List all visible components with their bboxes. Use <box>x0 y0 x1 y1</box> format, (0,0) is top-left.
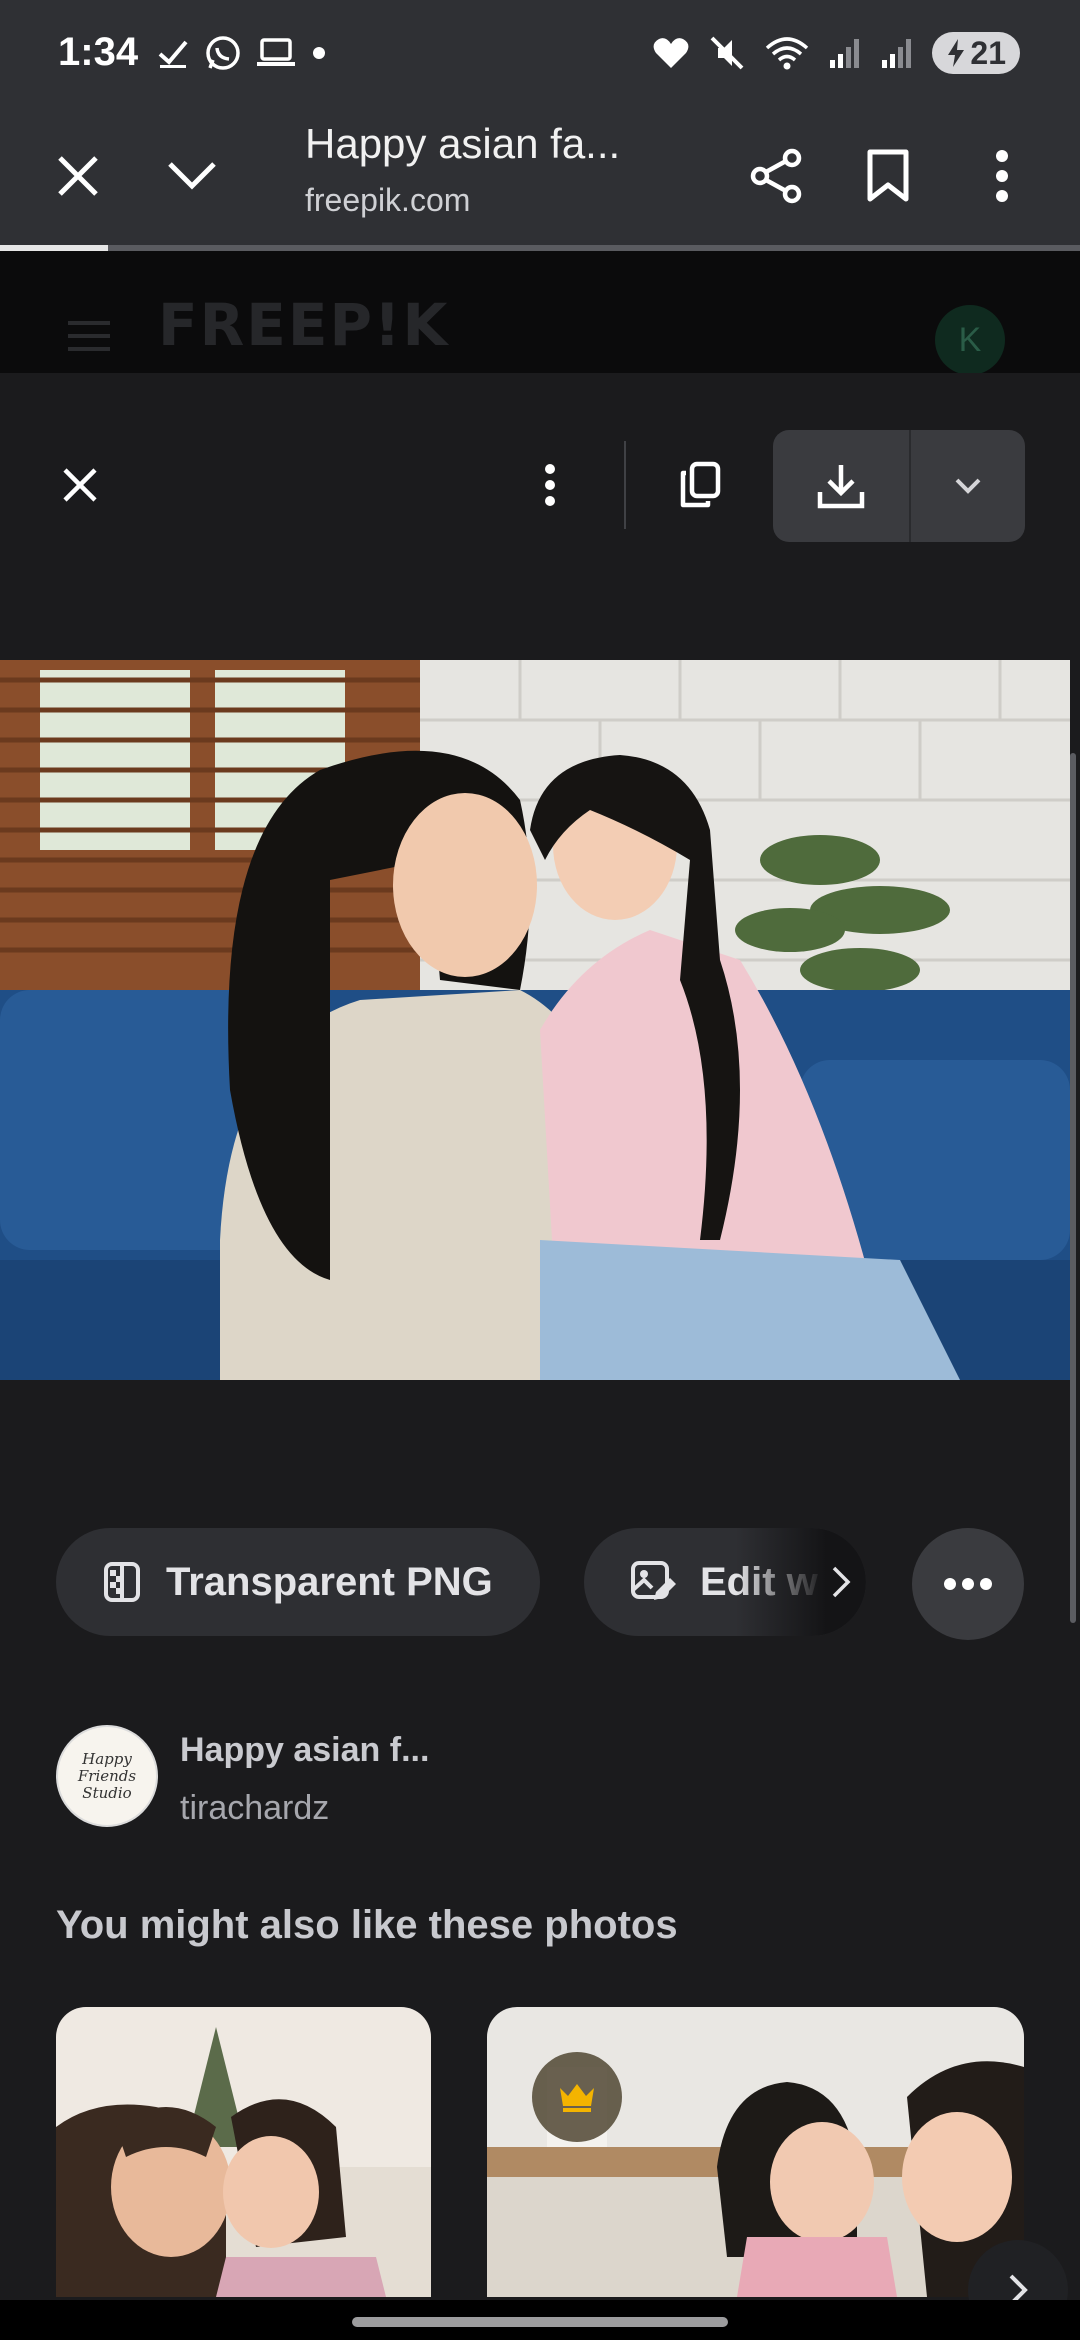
modal-scrollbar[interactable] <box>1070 753 1076 1623</box>
more-vert-icon <box>996 150 1008 202</box>
heart-icon <box>654 38 689 68</box>
download-button-group <box>773 430 1025 542</box>
battery-indicator: 21 <box>932 32 1020 74</box>
bookmark-icon <box>867 149 909 202</box>
related-photo-thumbnail[interactable] <box>56 2007 431 2297</box>
mute-icon <box>710 36 744 70</box>
main-photo[interactable] <box>0 660 1070 1380</box>
close-tab-button[interactable] <box>38 136 118 216</box>
bookmark-button[interactable] <box>848 136 928 216</box>
edit-with-button[interactable]: Edit w <box>584 1528 866 1636</box>
image-options-button[interactable] <box>510 445 590 525</box>
chevron-down-icon <box>168 162 216 190</box>
thumbnail-illustration <box>487 2007 1024 2297</box>
copy-icon <box>680 461 721 508</box>
hamburger-icon[interactable] <box>68 321 110 351</box>
status-icons-right: 21 <box>652 32 1020 74</box>
author-name[interactable]: tirachardz <box>180 1789 329 1828</box>
download-button[interactable] <box>773 430 911 542</box>
chevron-down-icon <box>955 478 981 494</box>
whatsapp-icon <box>206 36 240 70</box>
custom-tab-toolbar: Happy asian fa... freepik.com <box>0 110 1080 250</box>
share-icon <box>750 148 802 204</box>
freepik-logo[interactable]: FREEP!K <box>158 291 449 359</box>
gesture-handle[interactable] <box>352 2317 728 2327</box>
author-avatar-logo: Happy Friends Studio <box>77 1749 137 1802</box>
status-bar: 1:34 21 <box>0 0 1080 110</box>
scroll-chips-right-button[interactable] <box>816 1528 866 1636</box>
related-photos-heading: You might also like these photos <box>56 1903 678 1947</box>
site-header: FREEP!K <box>0 251 1080 373</box>
photo-illustration <box>0 660 1070 1380</box>
chevron-right-icon <box>832 1566 851 1598</box>
status-icons-left <box>156 34 328 72</box>
minimize-tab-button[interactable] <box>152 136 232 216</box>
edit-image-icon <box>631 1561 676 1600</box>
more-vert-icon <box>545 464 555 506</box>
author-avatar[interactable]: Happy Friends Studio <box>56 1725 158 1827</box>
transparent-png-button[interactable]: Transparent PNG <box>56 1528 540 1636</box>
related-photo-thumbnail[interactable] <box>487 2007 1024 2297</box>
check-icon <box>158 40 188 68</box>
download-options-button[interactable] <box>911 430 1025 542</box>
close-icon <box>63 468 97 502</box>
tab-url[interactable]: freepik.com <box>305 182 470 219</box>
share-button[interactable] <box>736 136 816 216</box>
copy-button[interactable] <box>660 445 740 525</box>
dot-icon <box>313 47 325 59</box>
navigation-bar <box>0 2300 1080 2340</box>
download-icon <box>817 465 865 509</box>
more-horiz-icon <box>944 1578 992 1590</box>
signal-icon <box>830 39 860 68</box>
wifi-icon <box>766 37 809 70</box>
battery-level: 21 <box>970 34 1006 71</box>
user-avatar[interactable]: K <box>935 305 1005 375</box>
image-detail-modal: Transparent PNG Edit w Happy Friends Stu… <box>0 373 1080 2340</box>
close-icon <box>58 156 98 196</box>
toolbar-divider <box>624 441 626 529</box>
signal-icon <box>882 39 912 68</box>
transparent-png-label: Transparent PNG <box>166 1559 493 1604</box>
overflow-menu-button[interactable] <box>962 136 1042 216</box>
tab-title: Happy asian fa... <box>305 120 621 167</box>
transparent-png-icon <box>104 1562 140 1602</box>
premium-badge <box>532 2052 622 2142</box>
thumbnail-illustration <box>56 2007 431 2297</box>
status-time: 1:34 <box>58 30 139 74</box>
close-modal-button[interactable] <box>40 445 120 525</box>
laptop-icon <box>257 38 295 66</box>
crown-icon <box>560 2084 594 2112</box>
battery-charging-icon <box>948 39 965 67</box>
more-actions-button[interactable] <box>912 1528 1024 1640</box>
image-title: Happy asian f... <box>180 1731 430 1769</box>
